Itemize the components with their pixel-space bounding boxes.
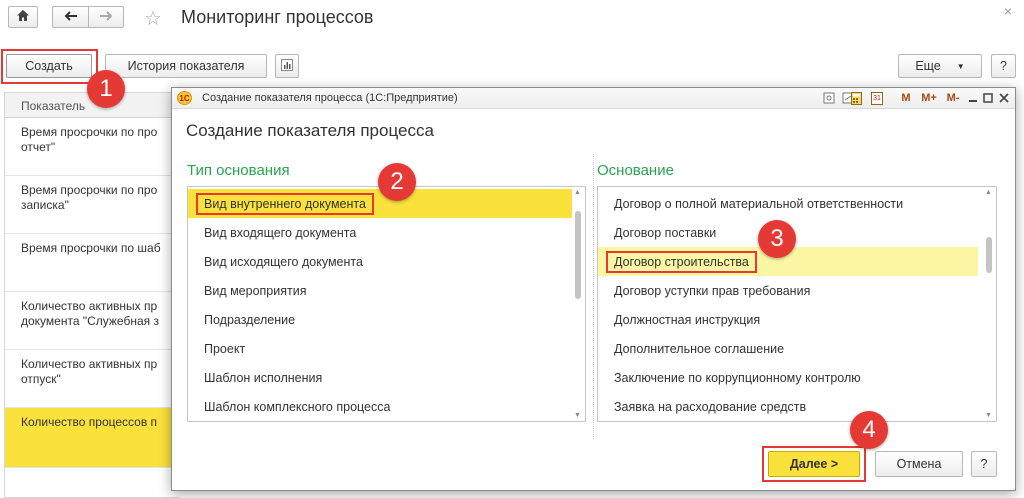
base-type-list[interactable]: Вид внутреннего документа Вид входящего … <box>187 186 586 422</box>
list-item-label: Вид внутреннего документа <box>196 192 374 215</box>
table-row-line: Количество активных пр <box>21 299 158 313</box>
list-item-selected[interactable]: Вид внутреннего документа <box>188 189 572 218</box>
memory-plus-button[interactable]: M+ <box>920 90 938 106</box>
scrollbar-thumb[interactable] <box>575 211 581 299</box>
table-row-line: Количество активных пр <box>21 357 158 371</box>
list-item[interactable]: Заключение по коррупционному контролю <box>598 363 983 392</box>
notes-icon[interactable] <box>822 90 836 106</box>
dialog-window-title: Создание показателя процесса (1С:Предпри… <box>202 92 458 104</box>
list-item[interactable]: Вид исходящего документа <box>188 247 572 276</box>
report-button[interactable] <box>275 54 299 78</box>
list-item[interactable]: Должностная инструкция <box>598 305 983 334</box>
scrollbar[interactable]: ▲ ▼ <box>573 189 583 419</box>
list-item[interactable]: Вид входящего документа <box>188 218 572 247</box>
table-row[interactable]: Время просрочки по про записка" <box>5 176 179 234</box>
list-item[interactable]: Шаблон исполнения <box>188 363 572 392</box>
table-row-line: отчет" <box>21 140 56 154</box>
table-row-line: документа "Служебная з <box>21 314 159 328</box>
base-list[interactable]: Договор о полной материальной ответствен… <box>597 186 997 422</box>
indicators-table: Показатель Время просрочки по про отчет"… <box>4 92 179 498</box>
page-title: Мониторинг процессов <box>181 7 374 27</box>
list-item[interactable]: Договор о полной материальной ответствен… <box>598 189 983 218</box>
table-row-line: Время просрочки по шаб <box>21 241 161 255</box>
history-button[interactable]: История показателя <box>105 54 267 78</box>
scroll-up-icon[interactable]: ▲ <box>985 189 992 196</box>
dialog-titlebar: 1С Создание показателя процесса (1С:Пред… <box>172 88 1015 109</box>
table-row[interactable]: Количество активных пр отпуск" <box>5 350 179 408</box>
maximize-icon[interactable] <box>982 90 994 106</box>
help-button[interactable]: ? <box>991 54 1016 78</box>
table-row[interactable]: Время просрочки по про отчет" <box>5 118 179 176</box>
list-item[interactable]: Заявка на расходование средств <box>598 392 983 421</box>
list-item[interactable]: Вид мероприятия <box>188 276 572 305</box>
more-button[interactable]: Еще ▼ <box>898 54 982 78</box>
create-indicator-dialog: 1С Создание показателя процесса (1С:Пред… <box>171 87 1016 491</box>
dialog-heading: Создание показателя процесса <box>186 121 434 140</box>
table-row-line: записка" <box>21 198 69 212</box>
callout-badge: 1 <box>87 70 125 108</box>
list-item[interactable]: Договор уступки прав требования <box>598 276 983 305</box>
chevron-down-icon: ▼ <box>956 61 965 71</box>
next-button[interactable]: Далее > <box>768 451 860 477</box>
logo-1c-icon: 1С <box>177 91 192 105</box>
help-button[interactable]: ? <box>971 451 997 477</box>
table-row[interactable]: Время просрочки по шаб <box>5 234 179 292</box>
home-icon <box>16 9 30 25</box>
forward-button[interactable] <box>88 6 124 28</box>
base-type-label: Тип основания <box>187 162 290 179</box>
list-item[interactable]: Подразделение <box>188 305 572 334</box>
scroll-down-icon[interactable]: ▼ <box>574 412 581 419</box>
table-row-line: Количество процессов п <box>21 415 158 429</box>
more-label: Еще <box>915 59 941 73</box>
home-button[interactable] <box>8 6 38 28</box>
arrow-right-icon <box>99 10 113 24</box>
table-row[interactable]: Количество активных пр документа "Служеб… <box>5 292 179 350</box>
scroll-up-icon[interactable]: ▲ <box>574 189 581 196</box>
table-row-line: Время просрочки по про <box>21 125 158 139</box>
create-button[interactable]: Создать <box>6 54 92 78</box>
calendar-icon[interactable]: 31 <box>870 90 884 106</box>
back-button[interactable] <box>52 6 88 28</box>
cancel-button[interactable]: Отмена <box>875 451 963 477</box>
callout-badge: 4 <box>850 411 888 449</box>
list-item[interactable]: Шаблон комплексного процесса <box>188 392 572 421</box>
callout-badge: 2 <box>378 163 416 201</box>
calculator-icon[interactable] <box>849 90 863 106</box>
close-icon[interactable]: × <box>1004 3 1012 19</box>
calendar-day: 31 <box>871 91 883 105</box>
scroll-down-icon[interactable]: ▼ <box>985 412 992 419</box>
scrollbar-thumb[interactable] <box>986 237 992 273</box>
close-icon[interactable] <box>998 90 1010 106</box>
list-item[interactable]: Проект <box>188 334 572 363</box>
column-divider <box>593 154 594 439</box>
list-item[interactable]: Дополнительное соглашение <box>598 334 983 363</box>
star-icon[interactable]: ☆ <box>144 6 162 31</box>
scrollbar[interactable]: ▲ ▼ <box>984 189 994 419</box>
arrow-left-icon <box>64 10 78 24</box>
table-row-selected[interactable]: Количество процессов п <box>5 408 179 468</box>
memory-minus-button[interactable]: M- <box>944 90 962 106</box>
base-label: Основание <box>597 162 674 179</box>
table-row-line: Время просрочки по про <box>21 183 158 197</box>
table-row-line: отпуск" <box>21 372 61 386</box>
memory-button[interactable]: M <box>900 90 912 106</box>
minimize-icon[interactable] <box>967 90 979 106</box>
list-item-label: Договор строительства <box>606 250 757 273</box>
bar-chart-icon <box>281 58 293 74</box>
callout-badge: 3 <box>758 220 796 258</box>
